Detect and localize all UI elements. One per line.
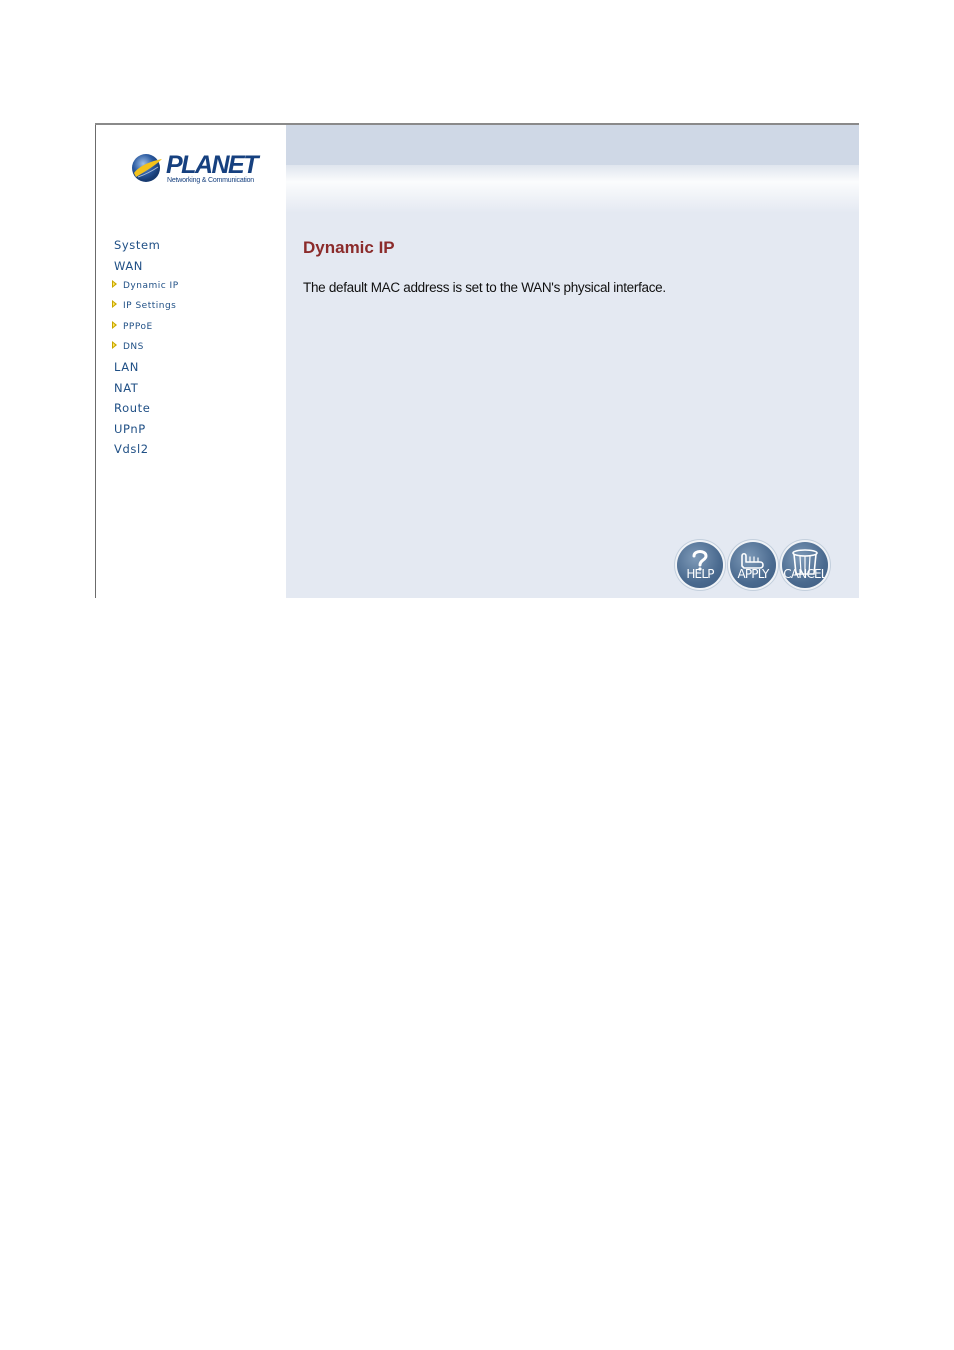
sidebar-subitem-label: IP Settings xyxy=(123,301,177,312)
logo-tagline: Networking & Communication xyxy=(167,177,255,184)
bullet-arrow-icon xyxy=(112,280,117,288)
hand-pointer-icon xyxy=(741,552,764,569)
sidebar-item-nat[interactable]: NAT xyxy=(114,378,179,399)
logo-wordmark: PLANET xyxy=(166,151,259,179)
sidebar-subitem-dynamic-ip[interactable]: Dynamic IP xyxy=(112,276,179,296)
apply-button[interactable]: APPLY xyxy=(730,542,776,588)
cancel-button[interactable]: CANCEL xyxy=(782,542,828,588)
page-description: The default MAC address is set to the WA… xyxy=(303,280,666,295)
sidebar-subitem-pppoe[interactable]: PPPoE xyxy=(112,317,179,337)
trash-can-icon xyxy=(792,549,818,575)
bullet-arrow-icon xyxy=(112,340,117,349)
router-admin-window: PLANET Networking & Communication System… xyxy=(95,123,859,598)
sidebar-nav: System WAN Dynamic IP IP Settings PPPoE … xyxy=(112,235,179,460)
sidebar-subitem-label: PPPoE xyxy=(123,321,153,332)
sidebar-subitem-ip-settings[interactable]: IP Settings xyxy=(112,296,179,316)
sidebar-subitem-label: DNS xyxy=(123,341,144,352)
help-button-label: HELP xyxy=(686,567,714,581)
header-bar xyxy=(286,125,859,165)
planet-logo: PLANET Networking & Communication xyxy=(130,151,260,187)
apply-button-label: APPLY xyxy=(737,567,769,581)
help-button[interactable]: HELP xyxy=(677,542,723,588)
sidebar-item-wan[interactable]: WAN xyxy=(114,256,179,277)
sidebar-item-system[interactable]: System xyxy=(114,235,179,256)
sidebar: PLANET Networking & Communication System… xyxy=(95,125,286,598)
header-gradient xyxy=(286,165,859,213)
sidebar-item-vdsl2[interactable]: Vdsl2 xyxy=(114,439,179,460)
content-panel: Dynamic IP The default MAC address is se… xyxy=(286,125,859,598)
page-title: Dynamic IP xyxy=(303,238,395,257)
sidebar-item-lan[interactable]: LAN xyxy=(114,357,179,378)
bullet-arrow-icon xyxy=(112,320,117,329)
bullet-arrow-icon xyxy=(112,300,117,309)
sidebar-subitem-label: Dynamic IP xyxy=(123,281,179,291)
question-mark-icon xyxy=(692,550,708,571)
cancel-button-label: CANCEL xyxy=(783,567,827,581)
sidebar-item-route[interactable]: Route xyxy=(114,398,179,419)
planet-globe-icon xyxy=(132,154,162,182)
sidebar-subitem-dns[interactable]: DNS xyxy=(112,337,179,357)
sidebar-item-upnp[interactable]: UPnP xyxy=(114,419,179,440)
